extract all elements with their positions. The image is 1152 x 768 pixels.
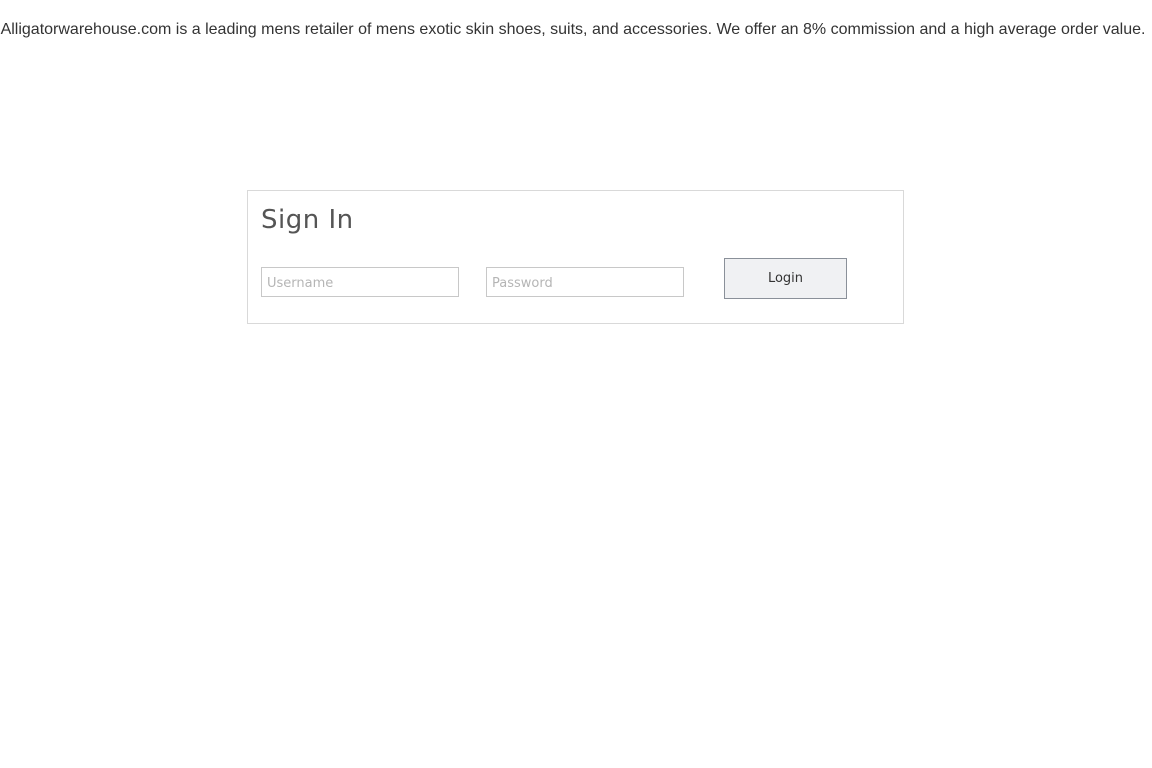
intro-text: Alligatorwarehouse.com is a leading mens… (0, 21, 1146, 38)
signin-title: Sign In (261, 205, 354, 235)
username-input[interactable] (261, 267, 459, 297)
page: Alligatorwarehouse.com is a leading mens… (0, 0, 1152, 768)
password-input[interactable] (486, 267, 684, 297)
signin-form: Sign In Login (247, 190, 904, 324)
login-button[interactable]: Login (724, 258, 847, 299)
